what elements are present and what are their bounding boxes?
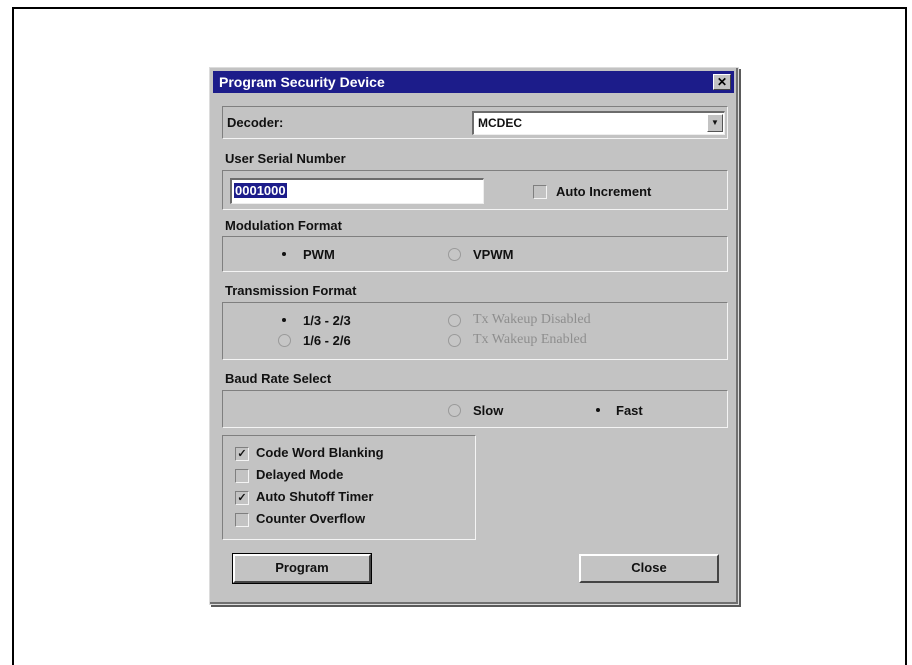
fast-label: Fast xyxy=(616,403,643,418)
rate-1-6-label: 1/6 - 2/6 xyxy=(303,333,351,348)
rate-1-3-radio[interactable] xyxy=(278,314,291,327)
transmission-format-label: Transmission Format xyxy=(225,283,357,298)
tx-wakeup-disabled-radio[interactable] xyxy=(448,314,461,327)
counter-overflow-label: Counter Overflow xyxy=(256,511,366,526)
vpwm-radio[interactable] xyxy=(448,248,461,261)
delayed-mode-label: Delayed Mode xyxy=(256,467,344,482)
serial-number-value: 0001000 xyxy=(234,183,287,198)
dialog-title: Program Security Device xyxy=(219,74,385,90)
delayed-mode-checkbox[interactable] xyxy=(235,469,249,483)
slow-label: Slow xyxy=(473,403,504,418)
transmission-format-group xyxy=(222,302,728,360)
code-word-blanking-label: Code Word Blanking xyxy=(256,445,384,460)
serial-number-label: User Serial Number xyxy=(225,151,346,166)
code-word-blanking-checkbox[interactable]: ✓ xyxy=(235,447,249,461)
tx-wakeup-disabled-label: Tx Wakeup Disabled xyxy=(473,312,591,327)
pwm-label: PWM xyxy=(303,247,335,262)
close-icon[interactable]: ✕ xyxy=(713,74,731,90)
baud-rate-label: Baud Rate Select xyxy=(225,371,332,386)
decoder-label: Decoder: xyxy=(227,115,284,130)
tx-wakeup-enabled-label: Tx Wakeup Enabled xyxy=(473,332,587,347)
decoder-value: MCDEC xyxy=(478,116,522,130)
slow-radio[interactable] xyxy=(448,404,461,417)
title-bar[interactable]: Program Security Device ✕ xyxy=(213,71,734,93)
program-button[interactable]: Program xyxy=(232,553,372,584)
counter-overflow-checkbox[interactable] xyxy=(235,513,249,527)
auto-increment-label: Auto Increment xyxy=(556,184,652,199)
rate-1-3-label: 1/3 - 2/3 xyxy=(303,313,351,328)
program-security-device-dialog: Program Security Device ✕ Decoder: MCDEC… xyxy=(209,67,739,605)
close-button[interactable]: Close xyxy=(579,554,719,583)
vpwm-label: VPWM xyxy=(473,247,514,262)
fast-radio[interactable] xyxy=(592,404,605,417)
pwm-radio[interactable] xyxy=(278,248,291,261)
tx-wakeup-enabled-radio[interactable] xyxy=(448,334,461,347)
modulation-format-label: Modulation Format xyxy=(225,218,342,233)
auto-shutoff-timer-label: Auto Shutoff Timer xyxy=(256,489,374,504)
chevron-down-icon[interactable]: ▼ xyxy=(707,114,723,132)
decoder-select[interactable]: MCDEC ▼ xyxy=(472,111,725,135)
serial-number-input[interactable]: 0001000 xyxy=(230,178,484,204)
rate-1-6-radio[interactable] xyxy=(278,334,291,347)
auto-shutoff-timer-checkbox[interactable]: ✓ xyxy=(235,491,249,505)
auto-increment-checkbox[interactable] xyxy=(533,185,547,199)
